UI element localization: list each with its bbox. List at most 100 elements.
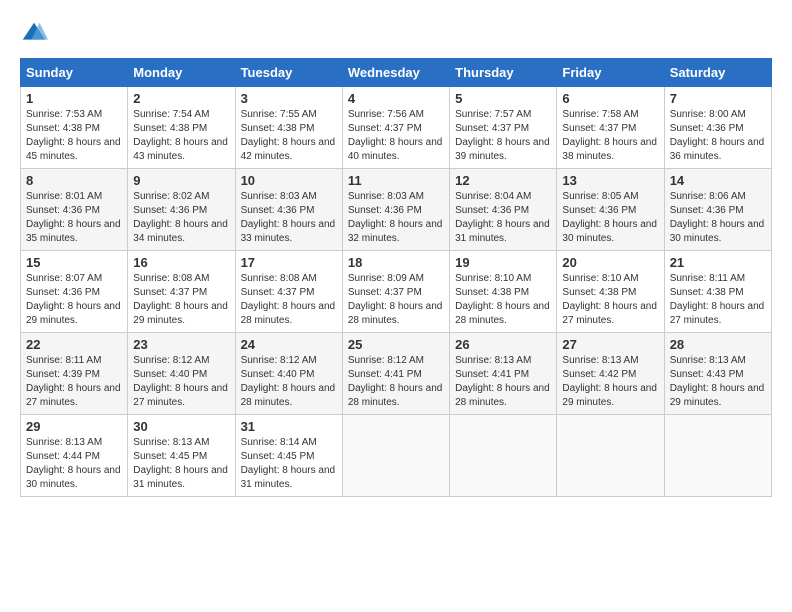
day-info: Sunrise: 8:09 AMSunset: 4:37 PMDaylight:… — [348, 272, 444, 328]
day-info: Sunrise: 8:10 AMSunset: 4:38 PMDaylight:… — [455, 272, 551, 328]
day-info: Sunrise: 8:12 AMSunset: 4:40 PMDaylight:… — [133, 354, 229, 410]
calendar-table: SundayMondayTuesdayWednesdayThursdayFrid… — [20, 58, 772, 497]
day-info: Sunrise: 7:55 AMSunset: 4:38 PMDaylight:… — [241, 108, 337, 164]
day-number: 17 — [241, 255, 337, 270]
day-number: 9 — [133, 173, 229, 188]
day-info: Sunrise: 8:07 AMSunset: 4:36 PMDaylight:… — [26, 272, 122, 328]
day-number: 31 — [241, 419, 337, 434]
day-number: 24 — [241, 337, 337, 352]
calendar-cell: 20 Sunrise: 8:10 AMSunset: 4:38 PMDaylig… — [557, 251, 664, 333]
calendar-cell: 7 Sunrise: 8:00 AMSunset: 4:36 PMDayligh… — [664, 87, 771, 169]
day-number: 27 — [562, 337, 658, 352]
calendar-week-1: 1 Sunrise: 7:53 AMSunset: 4:38 PMDayligh… — [21, 87, 772, 169]
logo-icon — [20, 20, 48, 48]
page-header — [20, 20, 772, 48]
calendar-cell: 5 Sunrise: 7:57 AMSunset: 4:37 PMDayligh… — [450, 87, 557, 169]
calendar-cell — [450, 415, 557, 497]
calendar-cell: 24 Sunrise: 8:12 AMSunset: 4:40 PMDaylig… — [235, 333, 342, 415]
day-info: Sunrise: 8:12 AMSunset: 4:41 PMDaylight:… — [348, 354, 444, 410]
calendar-cell: 23 Sunrise: 8:12 AMSunset: 4:40 PMDaylig… — [128, 333, 235, 415]
day-number: 10 — [241, 173, 337, 188]
weekday-header-wednesday: Wednesday — [342, 59, 449, 87]
calendar-cell: 4 Sunrise: 7:56 AMSunset: 4:37 PMDayligh… — [342, 87, 449, 169]
calendar-cell: 25 Sunrise: 8:12 AMSunset: 4:41 PMDaylig… — [342, 333, 449, 415]
calendar-cell: 29 Sunrise: 8:13 AMSunset: 4:44 PMDaylig… — [21, 415, 128, 497]
calendar-cell: 9 Sunrise: 8:02 AMSunset: 4:36 PMDayligh… — [128, 169, 235, 251]
day-number: 23 — [133, 337, 229, 352]
calendar-week-5: 29 Sunrise: 8:13 AMSunset: 4:44 PMDaylig… — [21, 415, 772, 497]
calendar-cell: 16 Sunrise: 8:08 AMSunset: 4:37 PMDaylig… — [128, 251, 235, 333]
day-number: 16 — [133, 255, 229, 270]
day-number: 8 — [26, 173, 122, 188]
calendar-cell: 28 Sunrise: 8:13 AMSunset: 4:43 PMDaylig… — [664, 333, 771, 415]
day-info: Sunrise: 8:00 AMSunset: 4:36 PMDaylight:… — [670, 108, 766, 164]
calendar-cell: 26 Sunrise: 8:13 AMSunset: 4:41 PMDaylig… — [450, 333, 557, 415]
day-info: Sunrise: 8:13 AMSunset: 4:41 PMDaylight:… — [455, 354, 551, 410]
calendar-cell: 14 Sunrise: 8:06 AMSunset: 4:36 PMDaylig… — [664, 169, 771, 251]
calendar-cell: 11 Sunrise: 8:03 AMSunset: 4:36 PMDaylig… — [342, 169, 449, 251]
weekday-header-monday: Monday — [128, 59, 235, 87]
day-number: 1 — [26, 91, 122, 106]
calendar-cell: 21 Sunrise: 8:11 AMSunset: 4:38 PMDaylig… — [664, 251, 771, 333]
calendar-cell: 31 Sunrise: 8:14 AMSunset: 4:45 PMDaylig… — [235, 415, 342, 497]
day-info: Sunrise: 8:01 AMSunset: 4:36 PMDaylight:… — [26, 190, 122, 246]
day-info: Sunrise: 8:03 AMSunset: 4:36 PMDaylight:… — [348, 190, 444, 246]
calendar-cell: 18 Sunrise: 8:09 AMSunset: 4:37 PMDaylig… — [342, 251, 449, 333]
day-info: Sunrise: 8:06 AMSunset: 4:36 PMDaylight:… — [670, 190, 766, 246]
day-info: Sunrise: 7:53 AMSunset: 4:38 PMDaylight:… — [26, 108, 122, 164]
calendar-cell: 3 Sunrise: 7:55 AMSunset: 4:38 PMDayligh… — [235, 87, 342, 169]
calendar-body: 1 Sunrise: 7:53 AMSunset: 4:38 PMDayligh… — [21, 87, 772, 497]
day-number: 28 — [670, 337, 766, 352]
logo — [20, 20, 52, 48]
calendar-cell: 30 Sunrise: 8:13 AMSunset: 4:45 PMDaylig… — [128, 415, 235, 497]
day-number: 30 — [133, 419, 229, 434]
day-info: Sunrise: 8:13 AMSunset: 4:45 PMDaylight:… — [133, 436, 229, 492]
day-info: Sunrise: 7:54 AMSunset: 4:38 PMDaylight:… — [133, 108, 229, 164]
day-info: Sunrise: 8:11 AMSunset: 4:39 PMDaylight:… — [26, 354, 122, 410]
day-number: 18 — [348, 255, 444, 270]
calendar-cell — [342, 415, 449, 497]
day-number: 21 — [670, 255, 766, 270]
calendar-cell — [557, 415, 664, 497]
weekday-header-saturday: Saturday — [664, 59, 771, 87]
day-number: 7 — [670, 91, 766, 106]
day-number: 25 — [348, 337, 444, 352]
day-number: 22 — [26, 337, 122, 352]
day-info: Sunrise: 8:12 AMSunset: 4:40 PMDaylight:… — [241, 354, 337, 410]
calendar-cell: 6 Sunrise: 7:58 AMSunset: 4:37 PMDayligh… — [557, 87, 664, 169]
calendar-cell: 17 Sunrise: 8:08 AMSunset: 4:37 PMDaylig… — [235, 251, 342, 333]
calendar-cell: 10 Sunrise: 8:03 AMSunset: 4:36 PMDaylig… — [235, 169, 342, 251]
calendar-cell: 13 Sunrise: 8:05 AMSunset: 4:36 PMDaylig… — [557, 169, 664, 251]
day-number: 11 — [348, 173, 444, 188]
weekday-row: SundayMondayTuesdayWednesdayThursdayFrid… — [21, 59, 772, 87]
day-info: Sunrise: 8:13 AMSunset: 4:43 PMDaylight:… — [670, 354, 766, 410]
day-number: 6 — [562, 91, 658, 106]
day-info: Sunrise: 7:58 AMSunset: 4:37 PMDaylight:… — [562, 108, 658, 164]
calendar-cell: 1 Sunrise: 7:53 AMSunset: 4:38 PMDayligh… — [21, 87, 128, 169]
weekday-header-thursday: Thursday — [450, 59, 557, 87]
calendar-week-4: 22 Sunrise: 8:11 AMSunset: 4:39 PMDaylig… — [21, 333, 772, 415]
calendar-cell: 22 Sunrise: 8:11 AMSunset: 4:39 PMDaylig… — [21, 333, 128, 415]
day-info: Sunrise: 8:08 AMSunset: 4:37 PMDaylight:… — [241, 272, 337, 328]
calendar-week-3: 15 Sunrise: 8:07 AMSunset: 4:36 PMDaylig… — [21, 251, 772, 333]
calendar-cell — [664, 415, 771, 497]
day-info: Sunrise: 7:57 AMSunset: 4:37 PMDaylight:… — [455, 108, 551, 164]
calendar-header: SundayMondayTuesdayWednesdayThursdayFrid… — [21, 59, 772, 87]
day-info: Sunrise: 8:04 AMSunset: 4:36 PMDaylight:… — [455, 190, 551, 246]
day-number: 14 — [670, 173, 766, 188]
weekday-header-friday: Friday — [557, 59, 664, 87]
day-info: Sunrise: 8:13 AMSunset: 4:42 PMDaylight:… — [562, 354, 658, 410]
calendar-cell: 19 Sunrise: 8:10 AMSunset: 4:38 PMDaylig… — [450, 251, 557, 333]
day-info: Sunrise: 8:11 AMSunset: 4:38 PMDaylight:… — [670, 272, 766, 328]
day-info: Sunrise: 8:05 AMSunset: 4:36 PMDaylight:… — [562, 190, 658, 246]
day-number: 5 — [455, 91, 551, 106]
day-number: 20 — [562, 255, 658, 270]
weekday-header-sunday: Sunday — [21, 59, 128, 87]
day-number: 26 — [455, 337, 551, 352]
day-number: 13 — [562, 173, 658, 188]
day-number: 3 — [241, 91, 337, 106]
day-number: 2 — [133, 91, 229, 106]
day-info: Sunrise: 8:14 AMSunset: 4:45 PMDaylight:… — [241, 436, 337, 492]
calendar-cell: 2 Sunrise: 7:54 AMSunset: 4:38 PMDayligh… — [128, 87, 235, 169]
day-info: Sunrise: 8:13 AMSunset: 4:44 PMDaylight:… — [26, 436, 122, 492]
